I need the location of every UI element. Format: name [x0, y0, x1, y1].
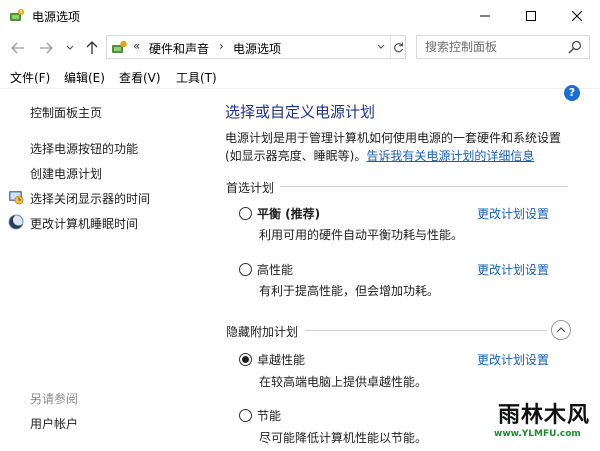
- minimize-icon: [480, 15, 490, 17]
- maximize-button[interactable]: [508, 0, 554, 32]
- plan-balanced-radio[interactable]: [239, 207, 252, 220]
- plan-balanced-description: 利用可用的硬件自动平衡功耗与性能。: [259, 228, 464, 242]
- crumb-separator[interactable]: ›: [219, 39, 224, 53]
- menu-view[interactable]: 查看(V): [119, 69, 161, 86]
- refresh-button[interactable]: [390, 36, 406, 58]
- plan-power-saver-name[interactable]: 节能: [257, 407, 281, 424]
- minimize-button[interactable]: [462, 0, 508, 32]
- arrow-up-icon: [86, 41, 98, 54]
- plan-ultimate-performance-radio[interactable]: [239, 353, 252, 366]
- plan-ultimate-performance-description: 在较高端电脑上提供卓越性能。: [259, 375, 428, 389]
- up-button[interactable]: [84, 40, 100, 56]
- forward-button[interactable]: [38, 40, 54, 56]
- menu-bar: 文件(F) 编辑(E) 查看(V) 工具(T): [0, 66, 600, 88]
- plan-high-performance-name[interactable]: 高性能: [257, 261, 293, 278]
- search-icon[interactable]: [568, 40, 582, 54]
- plan-ultimate-performance-name[interactable]: 卓越性能: [257, 351, 305, 368]
- chevron-down-icon: [377, 44, 385, 49]
- plan-power-saver-radio[interactable]: [239, 409, 252, 422]
- sidebar: 控制面板主页 选择电源按钮的功能 创建电源计划 选择关闭显示器的时间 更改计算机…: [0, 89, 212, 451]
- plan-power-saver-description: 尽可能降低计算机性能以节能。: [259, 431, 428, 445]
- display-clock-icon: [9, 191, 24, 205]
- watermark-url: www.YLMFU.com: [494, 429, 581, 439]
- sidebar-item-power-buttons[interactable]: 选择电源按钮的功能: [30, 140, 138, 157]
- title-bar: 电源选项: [0, 0, 600, 32]
- section-divider: [305, 330, 547, 331]
- close-icon: [572, 11, 582, 21]
- menu-edit[interactable]: 编辑(E): [64, 69, 105, 86]
- plan-balanced-name[interactable]: 平衡 (推荐): [257, 205, 320, 222]
- control-panel-home-link[interactable]: 控制面板主页: [30, 104, 102, 121]
- sidebar-item-display-timeout[interactable]: 选择关闭显示器的时间: [30, 190, 150, 207]
- search-input[interactable]: [425, 40, 565, 54]
- help-button[interactable]: ?: [564, 85, 580, 101]
- maximize-icon: [526, 11, 536, 21]
- plan-high-performance-description: 有利于提高性能，但会增加功耗。: [259, 284, 440, 298]
- crumb-hardware-sound[interactable]: 硬件和声音: [149, 40, 209, 57]
- plan-high-performance-radio[interactable]: [239, 263, 252, 276]
- learn-more-link[interactable]: 告诉我有关电源计划的详细信息: [366, 149, 534, 163]
- moon-icon: [8, 214, 24, 230]
- watermark-text: 雨林木风: [498, 402, 591, 428]
- chevron-up-icon: [556, 327, 566, 333]
- sidebar-item-create-plan[interactable]: 创建电源计划: [30, 165, 102, 182]
- page-description: 电源计划是用于管理计算机如何使用电源的一套硬件和系统设置: [225, 131, 562, 145]
- close-button[interactable]: [554, 0, 600, 32]
- watermark: 雨林木风 www.YLMFU.com: [490, 395, 598, 449]
- sidebar-item-user-accounts[interactable]: 用户帐户: [30, 415, 78, 432]
- page-description-text: (如显示器亮度、睡眠等)。: [225, 149, 367, 163]
- plan-balanced-change-settings-link[interactable]: 更改计划设置: [477, 205, 549, 222]
- menu-file[interactable]: 文件(F): [10, 69, 50, 86]
- arrow-left-icon: [11, 42, 24, 54]
- sidebar-item-sleep-time[interactable]: 更改计算机睡眠时间: [30, 215, 138, 232]
- plan-ultimate-performance-change-settings-link[interactable]: 更改计划设置: [477, 351, 549, 368]
- address-bar[interactable]: « 硬件和声音 › 电源选项: [106, 35, 406, 59]
- crumb-overflow[interactable]: «: [133, 39, 140, 53]
- back-button[interactable]: [10, 40, 26, 56]
- menu-tools[interactable]: 工具(T): [176, 69, 217, 86]
- section-divider: [280, 186, 568, 187]
- hidden-plans-heading: 隐藏附加计划: [226, 325, 299, 339]
- address-dropdown-button[interactable]: [373, 36, 389, 58]
- chevron-down-icon: [66, 45, 74, 50]
- page-description-line2: (如显示器亮度、睡眠等)。告诉我有关电源计划的详细信息: [225, 147, 534, 164]
- collapse-hidden-plans-button[interactable]: [551, 320, 571, 340]
- plan-high-performance-change-settings-link[interactable]: 更改计划设置: [477, 261, 549, 278]
- window-title: 电源选项: [32, 10, 81, 24]
- refresh-icon: [394, 42, 404, 52]
- power-options-icon: [10, 9, 24, 21]
- crumb-power-options[interactable]: 电源选项: [233, 40, 281, 57]
- preferred-plans-heading: 首选计划: [226, 181, 275, 195]
- page-title: 选择或自定义电源计划: [225, 103, 376, 121]
- search-box[interactable]: [416, 35, 590, 59]
- control-panel-icon: [112, 40, 127, 53]
- recent-locations-button[interactable]: [62, 40, 78, 56]
- arrow-right-icon: [40, 42, 53, 54]
- see-also-heading: 另请参阅: [30, 392, 79, 406]
